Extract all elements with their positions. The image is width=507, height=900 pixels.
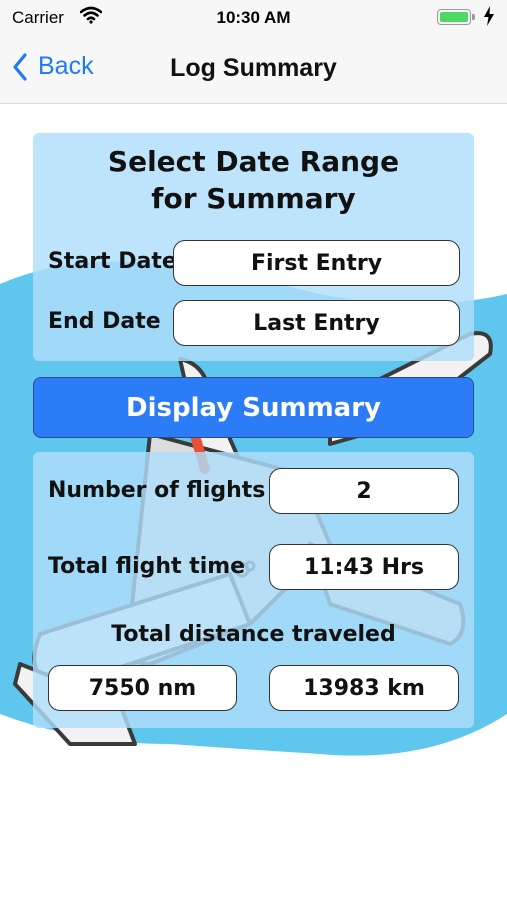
display-summary-button[interactable]: Display Summary bbox=[33, 377, 474, 438]
distance-label: Total distance traveled bbox=[111, 622, 396, 647]
flight-time-value: 11:43 Hrs bbox=[303, 554, 425, 580]
flights-value: 2 bbox=[356, 478, 372, 504]
flight-time-value-box: 11:43 Hrs bbox=[269, 544, 459, 590]
charging-icon bbox=[483, 6, 495, 31]
date-range-panel: Select Date Range for Summary Start Date… bbox=[33, 133, 474, 361]
date-range-title: Select Date Range for Summary bbox=[33, 143, 474, 217]
status-time: 10:30 AM bbox=[216, 8, 291, 27]
start-date-value: First Entry bbox=[250, 250, 383, 276]
flights-value-box: 2 bbox=[269, 468, 459, 514]
summary-panel: Number of flights 2 Total flight time 11… bbox=[33, 452, 474, 728]
flights-label: Number of flights bbox=[48, 478, 266, 503]
end-date-value: Last Entry bbox=[253, 310, 380, 336]
start-date-label: Start Date bbox=[48, 249, 177, 274]
end-date-field[interactable]: Last Entry bbox=[173, 300, 460, 346]
status-bar: Carrier 10:30 AM bbox=[0, 0, 507, 36]
distance-nm-value: 7550 nm bbox=[88, 675, 197, 701]
date-range-title-line-2: for Summary bbox=[151, 182, 356, 215]
page-title: Log Summary bbox=[170, 54, 337, 82]
start-date-field[interactable]: First Entry bbox=[173, 240, 460, 286]
battery-icon bbox=[437, 9, 475, 25]
date-range-title-line-1: Select Date Range bbox=[107, 145, 400, 178]
distance-nm-box: 7550 nm bbox=[48, 665, 237, 711]
distance-km-box: 13983 km bbox=[269, 665, 459, 711]
end-date-label: End Date bbox=[48, 309, 161, 334]
navigation-bar: Back Log Summary bbox=[0, 36, 507, 104]
distance-km-value: 13983 km bbox=[303, 675, 425, 701]
flight-time-label: Total flight time bbox=[48, 554, 246, 579]
